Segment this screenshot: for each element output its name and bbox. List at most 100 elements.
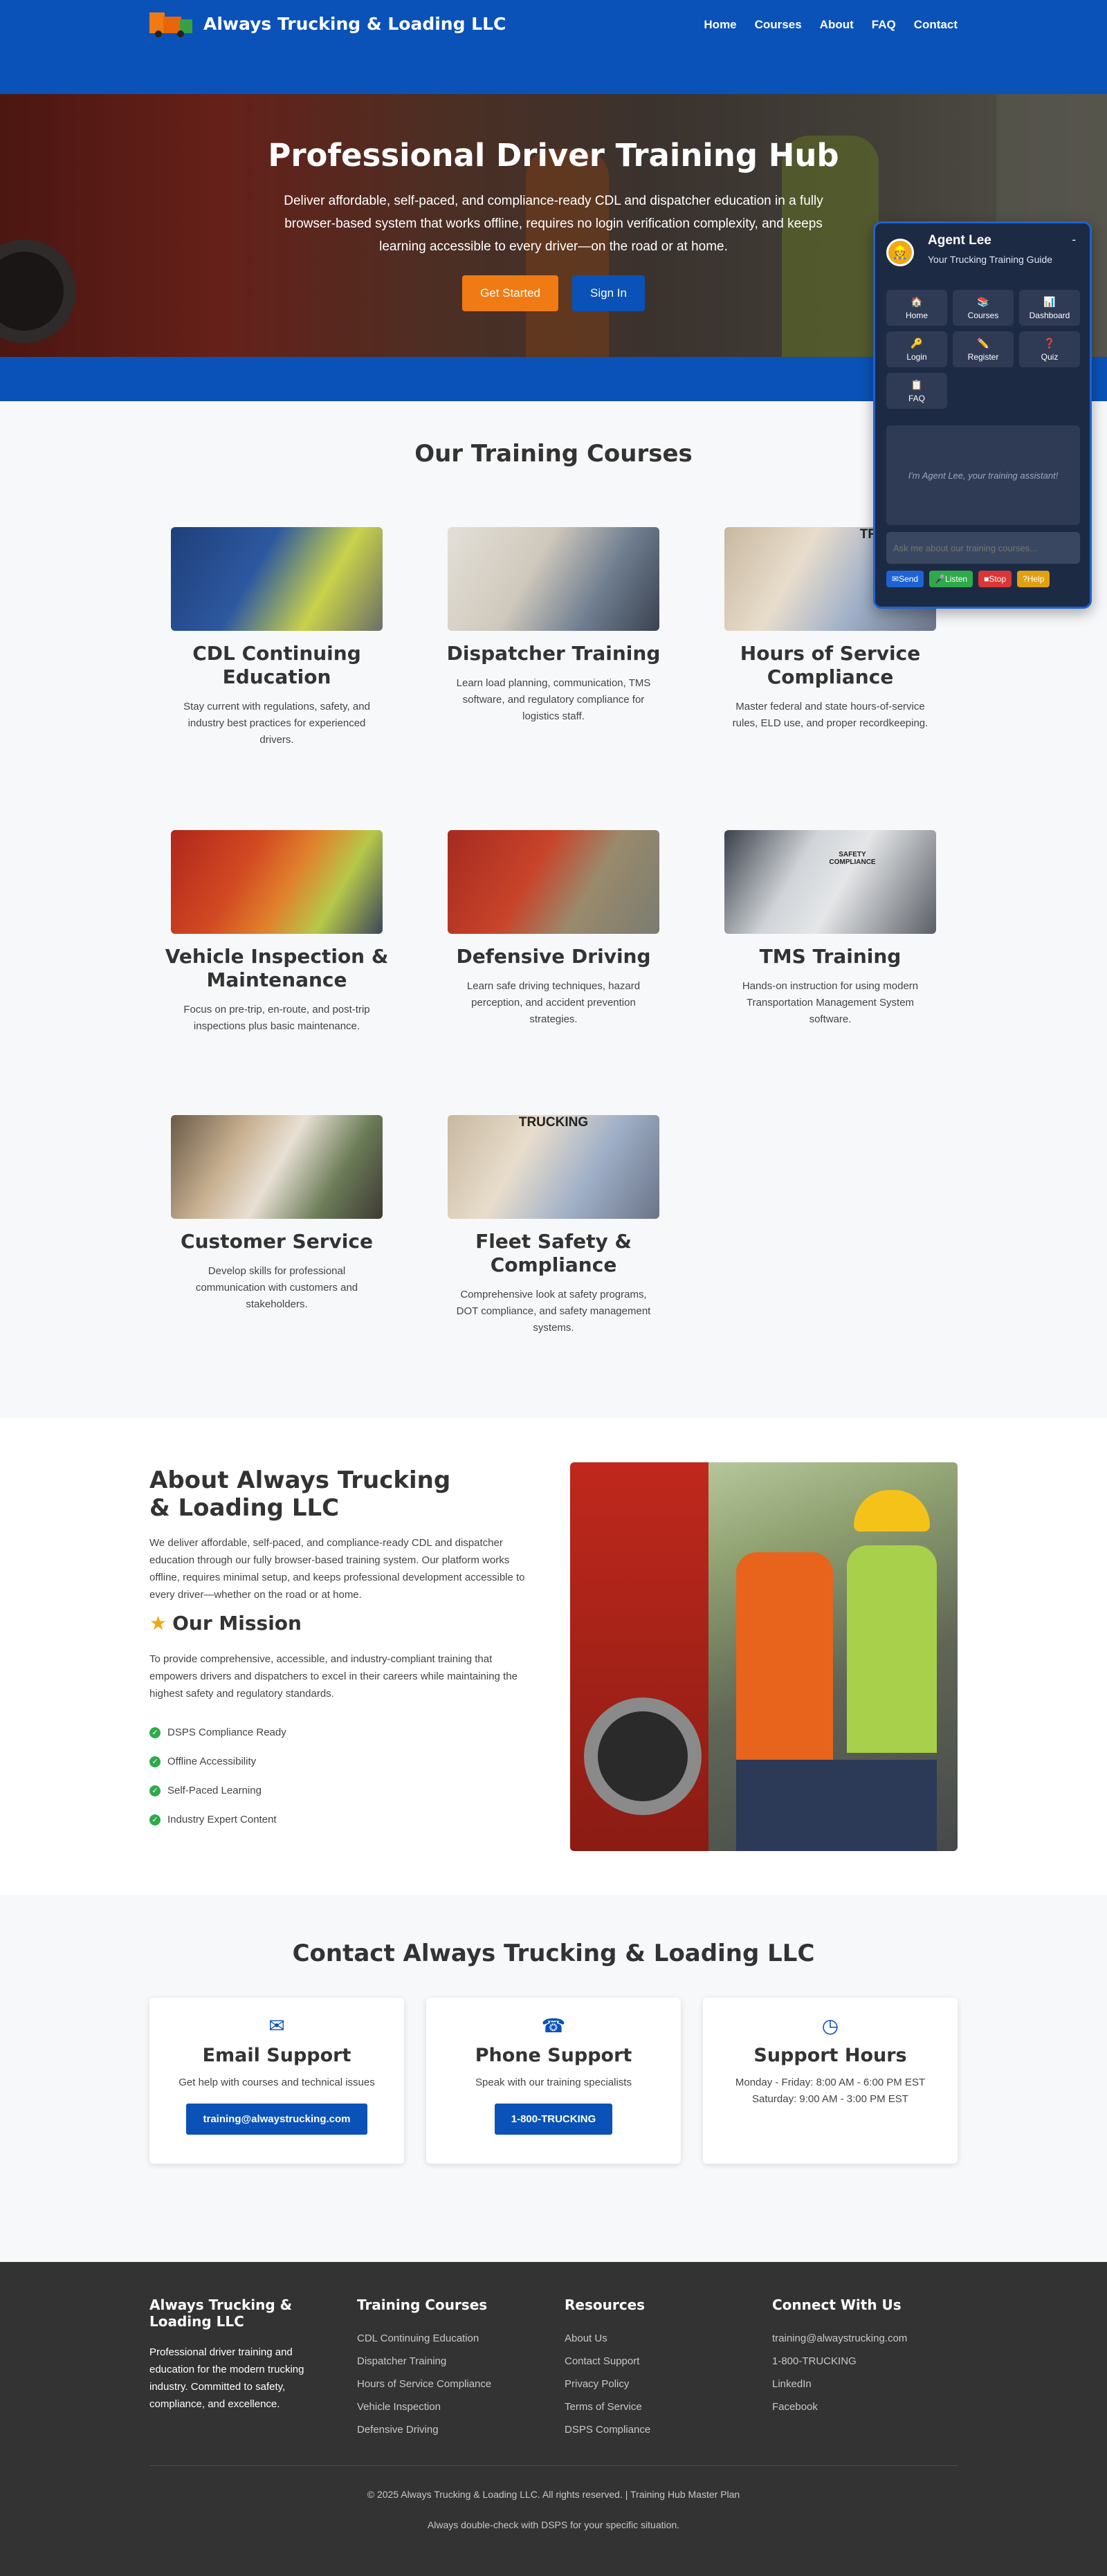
footer-link[interactable]: LinkedIn (772, 2373, 966, 2395)
about-section: About Always Trucking & Loading LLC We d… (0, 1418, 1107, 1895)
phone-button[interactable]: 1-800-TRUCKING (494, 2104, 613, 2135)
site-footer: Always Trucking & Loading LLC Profession… (0, 2262, 1107, 2576)
send-button[interactable]: ✉ Send (886, 571, 924, 587)
about-image (570, 1462, 958, 1851)
clock-icon: ◷ (821, 2015, 839, 2036)
footer-link[interactable]: Vehicle Inspection (357, 2395, 551, 2418)
course-desc: Learn safe driving techniques, hazard pe… (466, 980, 641, 1025)
course-image-cdl (171, 527, 383, 631)
brand-name: Always Trucking & Loading LLC (203, 13, 506, 34)
footer-link[interactable]: Defensive Driving (357, 2418, 551, 2441)
send-icon: ✉ (892, 574, 899, 584)
chart-icon: 📊 (1043, 295, 1056, 307)
chat-faq-button[interactable]: 📋 FAQ (886, 373, 947, 409)
support-hours-card: ◷ Support Hours Monday - Friday: 8:00 AM… (703, 1998, 958, 2164)
about-title: About Always Trucking & Loading LLC (149, 1466, 451, 1522)
course-image-fleet-safety: TRUCKING (448, 1115, 659, 1219)
microphone-icon: 🎤 (935, 574, 946, 584)
feature-item: ✓ Self-Paced Learning (149, 1785, 262, 1796)
check-icon: ✓ (149, 1785, 161, 1796)
footer-link[interactable]: 1-800-TRUCKING (772, 2350, 966, 2373)
footer-brand: Always Trucking & Loading LLC Profession… (149, 2297, 304, 2410)
get-started-button[interactable]: Get Started (462, 275, 558, 311)
footer-connect: Connect With Us training@alwaystrucking.… (772, 2297, 966, 2418)
books-icon: 📚 (977, 295, 989, 307)
hero-title: Professional Driver Training Hub (268, 137, 839, 174)
course-card[interactable]: TRUCKING Fleet Safety & Compliance Compr… (439, 1115, 668, 1336)
course-card[interactable]: Customer Service Develop skills for prof… (163, 1115, 391, 1313)
footer-link[interactable]: Contact Support (565, 2350, 758, 2373)
chat-courses-button[interactable]: 📚 Courses (953, 290, 1014, 326)
help-icon: ? (1023, 574, 1027, 584)
nav-home[interactable]: Home (704, 18, 736, 32)
sign-in-button[interactable]: Sign In (572, 275, 645, 311)
listen-button[interactable]: 🎤 Listen (929, 571, 973, 587)
home-icon: 🏠 (911, 295, 923, 307)
phone-support-card: ☎ Phone Support Speak with our training … (426, 1998, 681, 2164)
nav-faq[interactable]: FAQ (872, 18, 896, 32)
chat-quick-buttons: 🏠 Home 📚 Courses 📊 Dashboard 🔑 Login ✏️ Regis… (886, 290, 1080, 409)
chat-register-button[interactable]: ✏️ Register (953, 331, 1014, 367)
course-desc: Hands-on instruction for using modern Tr… (742, 980, 919, 1025)
course-image-inspection (171, 830, 383, 934)
course-desc: Stay current with regulations, safety, a… (183, 701, 370, 746)
hero-subtitle: Deliver affordable, self-paced, and comp… (284, 194, 823, 254)
course-desc: Comprehensive look at safety programs, D… (456, 1289, 651, 1334)
course-image-dispatcher (448, 527, 659, 631)
course-title: Customer Service (181, 1230, 373, 1253)
chat-message-area: I'm Agent Lee, your training assistant! (886, 425, 1080, 525)
chat-input[interactable] (886, 532, 1080, 564)
footer-link[interactable]: DSPS Compliance (565, 2418, 758, 2441)
nav-contact[interactable]: Contact (914, 18, 958, 32)
chat-widget: 👷 Agent Lee Your Trucking Training Guide… (873, 221, 1092, 609)
chat-dashboard-button[interactable]: 📊 Dashboard (1019, 290, 1080, 326)
agent-subtitle: Your Trucking Training Guide (928, 254, 1053, 265)
course-desc: Learn load planning, communication, TMS … (456, 677, 651, 722)
agent-name: Agent Lee (928, 233, 991, 248)
course-card[interactable]: Defensive Driving Learn safe driving tec… (439, 830, 668, 1028)
mission-heading: ★ Our Mission (149, 1612, 302, 1635)
course-card[interactable]: Vehicle Inspection & Maintenance Focus o… (163, 830, 391, 1035)
minimize-button[interactable]: - (1072, 233, 1076, 247)
course-title: Dispatcher Training (446, 642, 661, 665)
question-icon: ❓ (1043, 337, 1056, 349)
help-button[interactable]: ? Help (1017, 571, 1050, 587)
contact-section: Contact Always Trucking & Loading LLC ✉ … (0, 1895, 1107, 2262)
course-image-customer-service (171, 1115, 383, 1219)
footer-link[interactable]: Terms of Service (565, 2395, 758, 2418)
course-desc: Master federal and state hours-of-servic… (732, 701, 928, 729)
course-card[interactable]: SAFETY COMPLIANCE TMS Training Hands-on … (716, 830, 944, 1028)
course-image-tms: SAFETY COMPLIANCE (724, 830, 936, 934)
course-title: Vehicle Inspection & Maintenance (165, 945, 389, 991)
chat-quiz-button[interactable]: ❓ Quiz (1019, 331, 1080, 367)
footer-link[interactable]: CDL Continuing Education (357, 2327, 551, 2350)
footer-divider (149, 2465, 958, 2466)
chat-home-button[interactable]: 🏠 Home (886, 290, 947, 326)
course-title: Defensive Driving (456, 945, 651, 968)
chat-login-button[interactable]: 🔑 Login (886, 331, 947, 367)
footer-link[interactable]: Hours of Service Compliance (357, 2373, 551, 2395)
email-support-card: ✉ Email Support Get help with courses an… (149, 1998, 404, 2164)
course-image-defensive (448, 830, 659, 934)
logo[interactable]: Always Trucking & Loading LLC (149, 11, 506, 37)
nav-courses[interactable]: Courses (755, 18, 802, 32)
clipboard-icon: 📋 (911, 378, 923, 390)
contact-title: Contact Always Trucking & Loading LLC (292, 1940, 815, 1967)
course-desc: Develop skills for professional communic… (195, 1265, 358, 1310)
footer-link[interactable]: Facebook (772, 2395, 966, 2418)
mission-text: To provide comprehensive, accessible, an… (149, 1653, 518, 1700)
course-desc: Focus on pre-trip, en-route, and post-tr… (183, 1004, 370, 1032)
course-card[interactable]: Dispatcher Training Learn load planning,… (439, 527, 668, 725)
footer-link[interactable]: Privacy Policy (565, 2373, 758, 2395)
footer-link[interactable]: Dispatcher Training (357, 2350, 551, 2373)
email-button[interactable]: training@alwaystrucking.com (186, 2104, 367, 2135)
star-icon: ★ (149, 1612, 167, 1635)
footer-link[interactable]: About Us (565, 2327, 758, 2350)
stop-button[interactable]: ■ Stop (978, 571, 1012, 587)
nav-about[interactable]: About (820, 18, 854, 32)
envelope-icon: ✉ (268, 2015, 285, 2036)
disclaimer: Always double-check with DSPS for your s… (427, 2519, 680, 2530)
course-card[interactable]: CDL Continuing Education Stay current wi… (163, 527, 391, 748)
chat-actions: ✉ Send 🎤 Listen ■ Stop ? Help (886, 571, 1050, 587)
footer-link[interactable]: training@alwaystrucking.com (772, 2327, 966, 2350)
